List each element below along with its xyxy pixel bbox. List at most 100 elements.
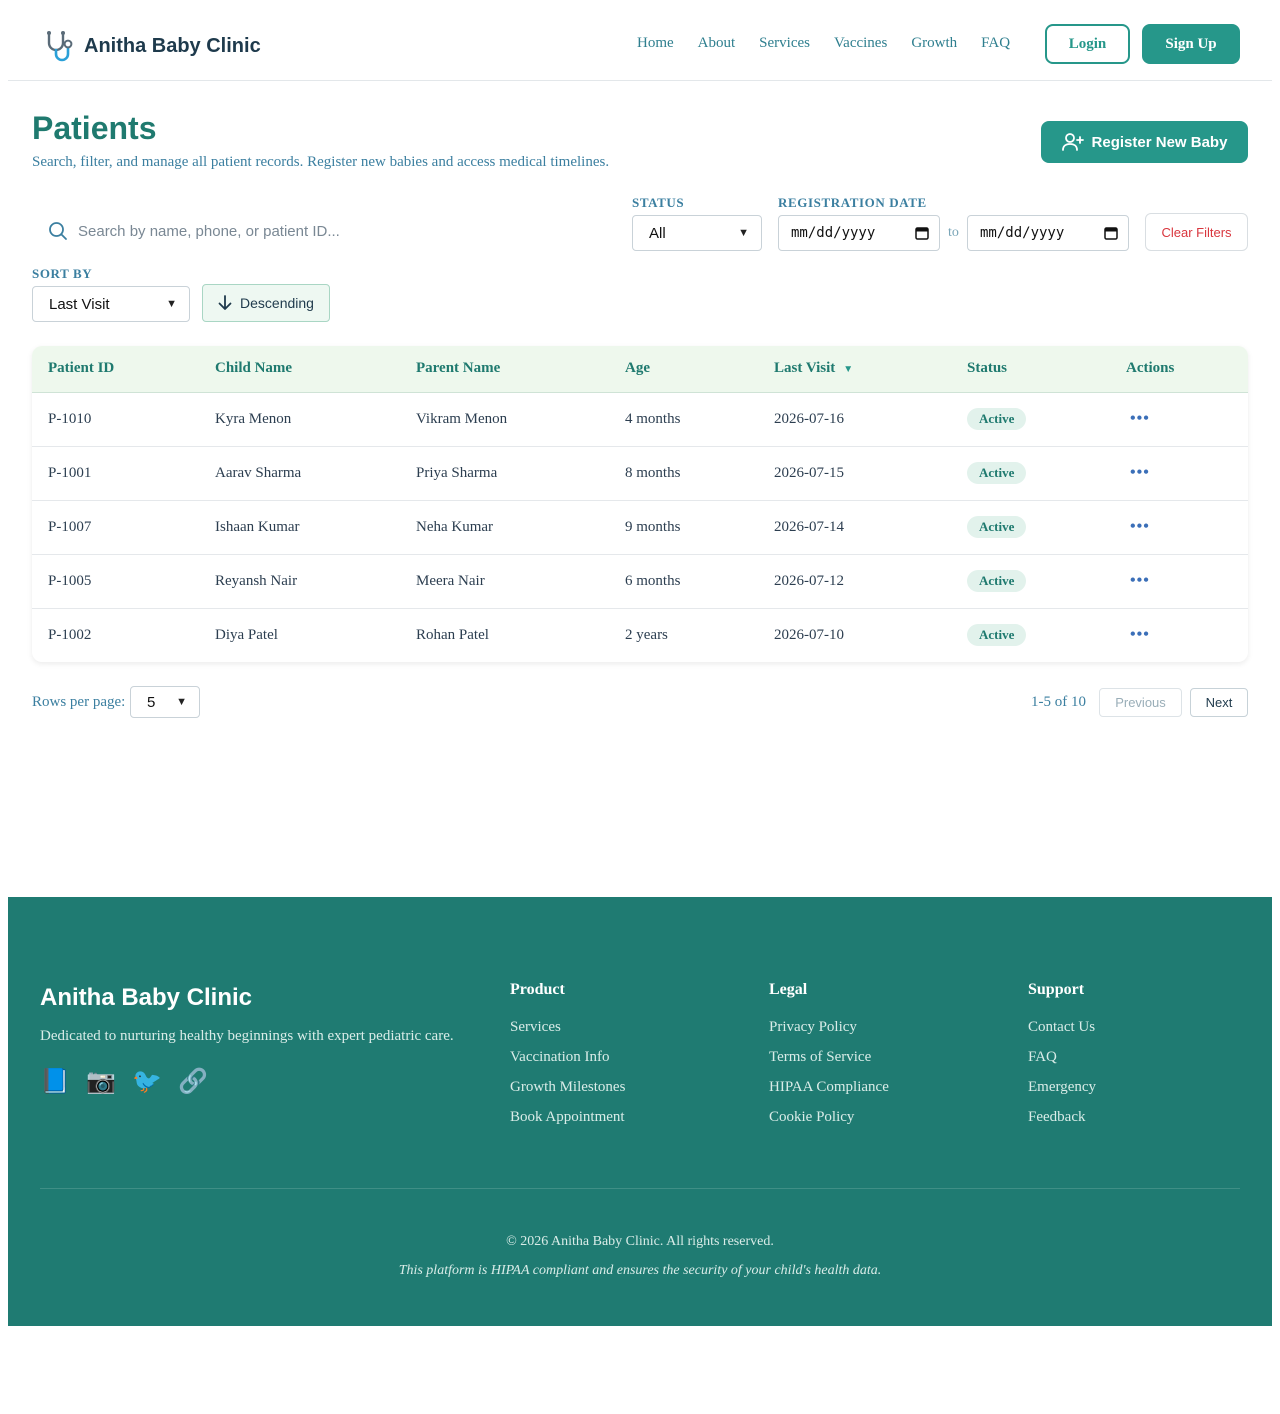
- user-plus-icon: [1061, 133, 1084, 151]
- actions-cell: •••: [1110, 392, 1248, 446]
- registration-date-label: REGISTRATION DATE: [778, 195, 927, 210]
- status-badge: Active: [967, 462, 1027, 484]
- age-cell: 8 months: [625, 464, 681, 481]
- date-from-input[interactable]: mm/dd/yyyy: [778, 215, 940, 251]
- table-row[interactable]: P-1001 Aarav Sharma Priya Sharma 8 month…: [32, 446, 1248, 500]
- footer-column-legal: Legal Privacy Policy Terms of Service HI…: [769, 981, 889, 1139]
- footer-link[interactable]: Feedback: [1028, 1109, 1096, 1126]
- footer: Anitha Baby Clinic Dedicated to nurturin…: [8, 897, 1272, 1326]
- calendar-icon: [1104, 227, 1118, 240]
- patient-id-cell: P-1005: [48, 572, 92, 589]
- footer-link[interactable]: Cookie Policy: [769, 1109, 889, 1126]
- column-header-status[interactable]: Status: [951, 346, 1110, 393]
- table-row[interactable]: P-1010 Kyra Menon Vikram Menon 4 months …: [32, 392, 1248, 446]
- nav-faq[interactable]: FAQ: [981, 35, 1010, 52]
- actions-cell: •••: [1110, 446, 1248, 500]
- table-row[interactable]: P-1002 Diya Patel Rohan Patel 2 years 20…: [32, 608, 1248, 662]
- patients-table: Patient ID Child Name Parent Name Age La…: [32, 346, 1248, 662]
- more-actions-icon[interactable]: •••: [1126, 518, 1150, 535]
- footer-column-title: Legal: [769, 981, 808, 998]
- more-actions-icon[interactable]: •••: [1126, 410, 1150, 427]
- rows-per-page-label: Rows per page:: [32, 694, 126, 710]
- footer-link[interactable]: Growth Milestones: [510, 1079, 625, 1096]
- sort-order-button[interactable]: Descending: [202, 284, 330, 322]
- page-subtitle: Search, filter, and manage all patient r…: [32, 154, 610, 170]
- stethoscope-icon: [47, 31, 73, 62]
- footer-link[interactable]: Terms of Service: [769, 1049, 889, 1066]
- next-page-button[interactable]: Next: [1190, 688, 1248, 717]
- patient-id-cell: P-1001: [48, 464, 92, 481]
- twitter-icon[interactable]: 🐦: [132, 1067, 162, 1096]
- child-name-cell: Diya Patel: [215, 626, 278, 643]
- footer-brand: Anitha Baby Clinic: [40, 984, 253, 1011]
- last-visit-cell: 2026-07-14: [774, 518, 844, 535]
- facebook-icon[interactable]: 📘: [40, 1067, 70, 1096]
- last-visit-cell: 2026-07-10: [774, 626, 844, 643]
- chevron-down-icon: ▼: [738, 227, 749, 239]
- footer-link[interactable]: Contact Us: [1028, 1019, 1096, 1036]
- patient-id-cell: P-1002: [48, 626, 92, 643]
- footer-column-product: Product Services Vaccination Info Growth…: [510, 981, 625, 1139]
- sort-select-value: Last Visit: [49, 295, 110, 313]
- search-input[interactable]: [78, 222, 598, 240]
- date-to-input[interactable]: mm/dd/yyyy: [967, 215, 1129, 251]
- footer-link[interactable]: Privacy Policy: [769, 1019, 889, 1036]
- register-new-baby-button[interactable]: Register New Baby: [1041, 121, 1248, 163]
- child-name-cell: Reyansh Nair: [215, 572, 298, 589]
- chevron-down-icon: ▼: [166, 298, 177, 310]
- column-header-child-name[interactable]: Child Name: [199, 346, 400, 393]
- more-actions-icon[interactable]: •••: [1126, 626, 1150, 643]
- nav-growth[interactable]: Growth: [911, 35, 957, 52]
- footer-column-title: Support: [1028, 981, 1085, 998]
- page-title: Patients: [32, 110, 157, 146]
- last-visit-header-label: Last Visit: [774, 360, 836, 377]
- more-actions-icon[interactable]: •••: [1126, 464, 1150, 481]
- date-from-placeholder: mm/dd/yyyy: [791, 225, 876, 241]
- table-row[interactable]: P-1007 Ishaan Kumar Neha Kumar 9 months …: [32, 500, 1248, 554]
- clear-filters-button[interactable]: Clear Filters: [1145, 213, 1248, 251]
- footer-link[interactable]: Services: [510, 1019, 625, 1036]
- column-header-actions: Actions: [1110, 346, 1248, 393]
- status-select[interactable]: All ▼: [632, 215, 762, 251]
- parent-name-cell: Rohan Patel: [416, 626, 489, 643]
- status-cell: Active: [951, 446, 1110, 500]
- table-header-row: Patient ID Child Name Parent Name Age La…: [32, 346, 1248, 393]
- previous-page-button[interactable]: Previous: [1099, 688, 1182, 717]
- date-range-to-label: to: [948, 225, 959, 240]
- brand[interactable]: Anitha Baby Clinic: [40, 28, 261, 64]
- link-icon[interactable]: 🔗: [178, 1067, 208, 1096]
- footer-link[interactable]: Book Appointment: [510, 1109, 625, 1126]
- footer-link[interactable]: Emergency: [1028, 1079, 1096, 1096]
- footer-link[interactable]: Vaccination Info: [510, 1049, 625, 1066]
- table-row[interactable]: P-1005 Reyansh Nair Meera Nair 6 months …: [32, 554, 1248, 608]
- footer-link[interactable]: FAQ: [1028, 1049, 1096, 1066]
- column-header-age[interactable]: Age: [609, 346, 758, 393]
- status-cell: Active: [951, 500, 1110, 554]
- age-cell: 2 years: [625, 626, 668, 643]
- more-actions-icon[interactable]: •••: [1126, 572, 1150, 589]
- signup-button[interactable]: Sign Up: [1142, 24, 1240, 64]
- sort-by-label: SORT BY: [32, 266, 93, 281]
- patient-id-cell: P-1010: [48, 410, 92, 427]
- nav-home[interactable]: Home: [637, 35, 674, 52]
- nav-services[interactable]: Services: [759, 35, 810, 52]
- sort-select[interactable]: Last Visit ▼: [32, 286, 190, 322]
- status-badge: Active: [967, 516, 1027, 538]
- nav-vaccines[interactable]: Vaccines: [834, 35, 887, 52]
- column-header-parent-name[interactable]: Parent Name: [400, 346, 609, 393]
- child-name-cell: Ishaan Kumar: [215, 518, 300, 535]
- calendar-icon: [915, 227, 929, 240]
- rows-per-page-select[interactable]: 5 ▼: [130, 686, 200, 718]
- login-button[interactable]: Login: [1045, 24, 1130, 64]
- footer-link[interactable]: HIPAA Compliance: [769, 1079, 889, 1096]
- top-navbar: Anitha Baby Clinic Home About Services V…: [8, 8, 1272, 81]
- status-select-value: All: [649, 224, 666, 242]
- column-header-patient-id[interactable]: Patient ID: [32, 346, 199, 393]
- rows-per-page-value: 5: [147, 693, 156, 711]
- last-visit-cell: 2026-07-16: [774, 410, 844, 427]
- chevron-down-icon: ▼: [176, 696, 187, 708]
- instagram-icon[interactable]: 📷: [86, 1067, 116, 1096]
- column-header-last-visit[interactable]: Last Visit ▼: [758, 346, 951, 393]
- hipaa-note: This platform is HIPAA compliant and ens…: [398, 1263, 882, 1278]
- nav-about[interactable]: About: [698, 35, 736, 52]
